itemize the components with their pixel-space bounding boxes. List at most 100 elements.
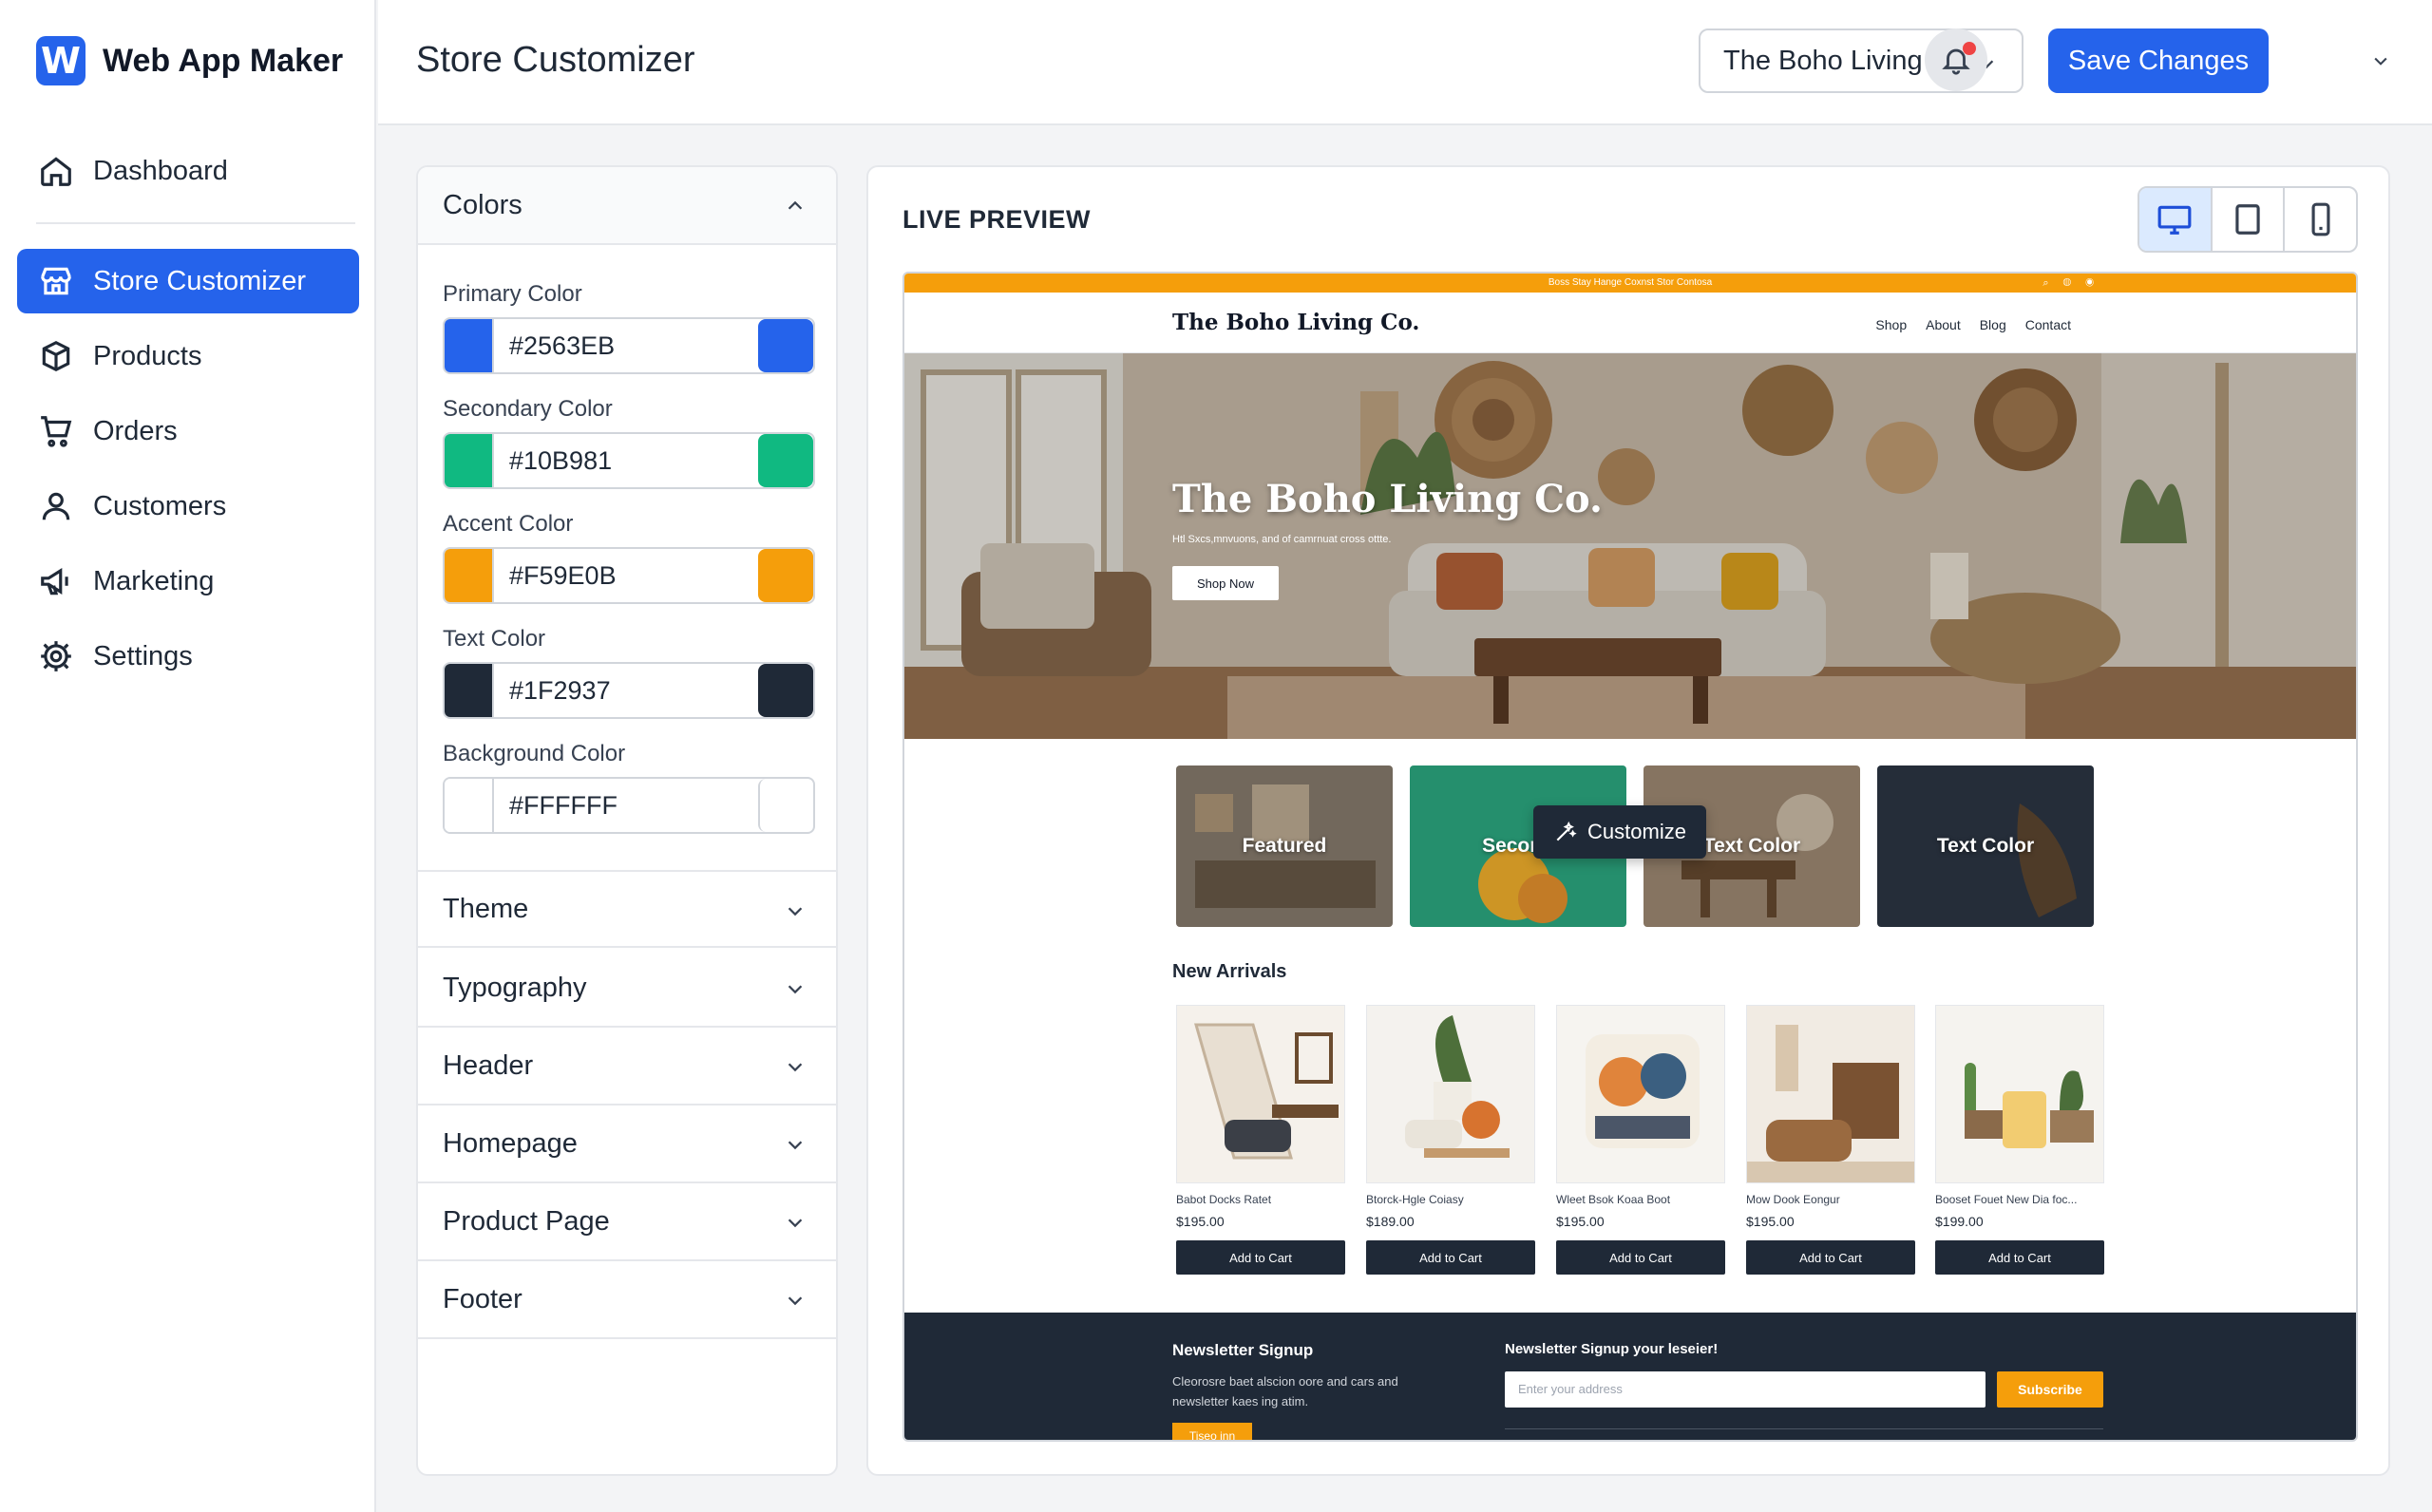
site-nav: The Boho Living Co. Shop About Blog Cont… bbox=[904, 293, 2356, 353]
site-brand[interactable]: The Boho Living Co. bbox=[1172, 310, 1419, 335]
text-color-field[interactable]: #1F2937 bbox=[443, 662, 815, 719]
site-nav-link[interactable]: Contact bbox=[2025, 317, 2071, 332]
color-label: Text Color bbox=[443, 626, 546, 652]
site-nav-link[interactable]: Shop bbox=[1875, 317, 1907, 332]
email-field[interactable]: Enter your address bbox=[1505, 1371, 1986, 1408]
section-product-page[interactable]: Product Page bbox=[418, 1183, 836, 1261]
notification-badge bbox=[1963, 42, 1976, 55]
sidebar-item-products[interactable]: Products bbox=[17, 324, 359, 388]
chevron-down-icon bbox=[788, 1063, 803, 1072]
product-card[interactable]: Btorck-Hgle Coiasy $189.00 Add to Cart bbox=[1366, 1005, 1535, 1275]
save-changes-button[interactable]: Save Changes bbox=[2048, 28, 2269, 93]
section-label: Product Page bbox=[443, 1205, 610, 1237]
logo-mark: W bbox=[36, 36, 86, 85]
subscribe-button[interactable]: Subscribe bbox=[1997, 1371, 2103, 1408]
section-colors[interactable]: Colors bbox=[418, 167, 836, 245]
product-card[interactable]: Booset Fouet New Dia foc... $199.00 Add … bbox=[1935, 1005, 2104, 1275]
color-swatch[interactable] bbox=[445, 319, 494, 372]
color-swatch[interactable] bbox=[445, 779, 494, 832]
primary-color-field[interactable]: #2563EB bbox=[443, 317, 815, 374]
color-hex-input[interactable]: #FFFFFF bbox=[494, 779, 758, 832]
tablet-view-button[interactable] bbox=[2213, 188, 2286, 251]
cart-icon bbox=[41, 416, 72, 447]
notifications-button[interactable] bbox=[1925, 28, 1987, 91]
hero-living-room-image bbox=[904, 353, 2356, 739]
section-label: Typography bbox=[443, 972, 587, 1003]
section-theme[interactable]: Theme bbox=[418, 870, 836, 948]
site-nav-link[interactable]: Blog bbox=[1980, 317, 2006, 332]
hero-subtitle: Htl Sxcs,mnvuons, and of camrnuat cross … bbox=[1172, 534, 1392, 545]
product-price: $189.00 bbox=[1366, 1214, 1415, 1229]
chevron-down-icon bbox=[788, 1219, 803, 1228]
product-name: Babot Docks Ratet bbox=[1176, 1193, 1272, 1206]
color-picker-button[interactable] bbox=[758, 319, 813, 372]
product-card[interactable]: Mow Dook Eongur $195.00 Add to Cart bbox=[1746, 1005, 1915, 1275]
user-icon bbox=[42, 492, 70, 520]
color-swatch[interactable] bbox=[445, 549, 494, 602]
footer-small-button[interactable]: Tiseo inn bbox=[1172, 1423, 1252, 1440]
site-nav-link[interactable]: About bbox=[1926, 317, 1961, 332]
app-logo[interactable]: W Web App Maker bbox=[36, 36, 343, 85]
product-price: $195.00 bbox=[1556, 1214, 1605, 1229]
product-card[interactable]: Babot Docks Ratet $195.00 Add to Cart bbox=[1176, 1005, 1345, 1275]
sidebar-item-label: Dashboard bbox=[93, 155, 228, 186]
add-to-cart-button[interactable]: Add to Cart bbox=[1935, 1240, 2104, 1275]
product-name: Btorck-Hgle Coiasy bbox=[1366, 1193, 1464, 1206]
megaphone-icon bbox=[41, 568, 68, 595]
color-label: Accent Color bbox=[443, 511, 574, 537]
color-picker-button[interactable] bbox=[758, 664, 813, 717]
mobile-view-button[interactable] bbox=[2285, 188, 2356, 251]
top-bar: Store Customizer The Boho Living Co. Sav… bbox=[378, 0, 2432, 125]
hero-title: The Boho Living Co. bbox=[1172, 477, 1603, 521]
secondary-color-field[interactable]: #10B981 bbox=[443, 432, 815, 489]
color-hex-input[interactable]: #2563EB bbox=[494, 319, 758, 372]
magic-wand-icon bbox=[1556, 821, 1577, 841]
announcement-icons: ⌕ ◍ ◉ bbox=[2042, 277, 2100, 289]
signup-heading: Newsletter Signup your leseier! bbox=[1505, 1341, 1719, 1357]
color-picker-button[interactable] bbox=[758, 549, 813, 602]
sidebar-item-customers[interactable]: Customers bbox=[17, 474, 359, 539]
sidebar-item-marketing[interactable]: Marketing bbox=[17, 549, 359, 614]
category-card-text-color-2[interactable]: Text Color bbox=[1877, 765, 2094, 927]
add-to-cart-button[interactable]: Add to Cart bbox=[1746, 1240, 1915, 1275]
color-label: Secondary Color bbox=[443, 396, 613, 422]
home-icon bbox=[41, 157, 71, 186]
chevron-down-icon bbox=[788, 1296, 803, 1306]
customize-tooltip[interactable]: Customize bbox=[1533, 805, 1706, 859]
background-color-field[interactable]: #FFFFFF bbox=[443, 777, 815, 834]
hero-banner: The Boho Living Co. Htl Sxcs,mnvuons, an… bbox=[904, 353, 2356, 739]
color-hex-input[interactable]: #10B981 bbox=[494, 434, 758, 487]
sidebar-divider bbox=[36, 222, 355, 224]
color-swatch[interactable] bbox=[445, 434, 494, 487]
sidebar-item-label: Orders bbox=[93, 415, 178, 446]
color-hex-input[interactable]: #F59E0B bbox=[494, 549, 758, 602]
section-homepage[interactable]: Homepage bbox=[418, 1106, 836, 1183]
site-footer: Newsletter Signup Cleorosre baet alscion… bbox=[904, 1313, 2356, 1440]
shop-now-button[interactable]: Shop Now bbox=[1172, 566, 1279, 600]
category-card-featured[interactable]: Featured bbox=[1176, 765, 1393, 927]
sidebar-item-dashboard[interactable]: Dashboard bbox=[17, 139, 359, 203]
product-image bbox=[1556, 1005, 1725, 1183]
add-to-cart-button[interactable]: Add to Cart bbox=[1176, 1240, 1345, 1275]
sidebar-item-settings[interactable]: Settings bbox=[17, 624, 359, 689]
product-card[interactable]: Wleet Bsok Koaa Boot $195.00 Add to Cart bbox=[1556, 1005, 1725, 1275]
color-swatch[interactable] bbox=[445, 664, 494, 717]
color-picker-button[interactable] bbox=[758, 779, 813, 832]
product-name: Wleet Bsok Koaa Boot bbox=[1556, 1193, 1671, 1206]
desktop-view-button[interactable] bbox=[2139, 188, 2213, 251]
section-typography[interactable]: Typography bbox=[418, 950, 836, 1028]
color-hex-input[interactable]: #1F2937 bbox=[494, 664, 758, 717]
product-image bbox=[1176, 1005, 1345, 1183]
product-image bbox=[1366, 1005, 1535, 1183]
sidebar-item-store-customizer[interactable]: Store Customizer bbox=[17, 249, 359, 313]
category-label: Text Color bbox=[1936, 835, 2035, 857]
add-to-cart-button[interactable]: Add to Cart bbox=[1366, 1240, 1535, 1275]
sidebar-item-orders[interactable]: Orders bbox=[17, 399, 359, 463]
section-header[interactable]: Header bbox=[418, 1028, 836, 1106]
accent-color-field[interactable]: #F59E0B bbox=[443, 547, 815, 604]
box-icon bbox=[42, 340, 70, 372]
add-to-cart-button[interactable]: Add to Cart bbox=[1556, 1240, 1725, 1275]
section-footer[interactable]: Footer bbox=[418, 1261, 836, 1339]
color-picker-button[interactable] bbox=[758, 434, 813, 487]
chevron-down-icon[interactable] bbox=[2371, 51, 2390, 70]
